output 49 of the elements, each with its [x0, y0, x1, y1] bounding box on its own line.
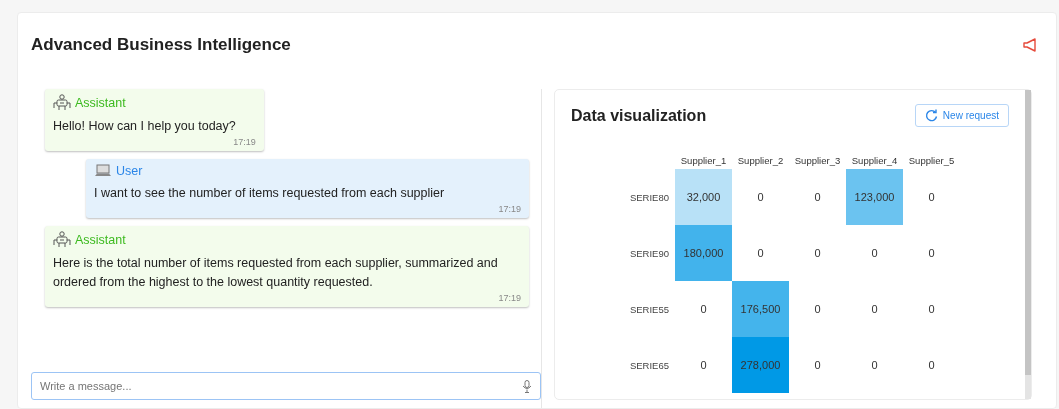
column-header: Supplier_2 [736, 155, 785, 168]
message-time: 17:19 [233, 137, 256, 147]
message-time: 17:19 [498, 293, 521, 303]
sender-name: User [116, 164, 143, 178]
cell-value: 0 [699, 358, 708, 373]
page-title: Advanced Business Intelligence [31, 35, 291, 55]
cell-value: 0 [813, 246, 822, 261]
scrollbar-thumb[interactable] [1025, 90, 1031, 375]
megaphone-icon[interactable] [1022, 37, 1038, 53]
cell-value: 0 [870, 358, 879, 373]
column-header: Supplier_5 [907, 155, 956, 168]
refresh-icon [924, 109, 938, 122]
column-header: Supplier_3 [793, 155, 842, 168]
heatmap-cell: 176,500 [732, 281, 789, 337]
new-request-button[interactable]: New request [914, 104, 1009, 127]
cell-value: 0 [927, 302, 936, 317]
cell-value: 0 [870, 302, 879, 317]
cell-value: 0 [813, 358, 822, 373]
sender-name: Assistant [75, 95, 126, 110]
microphone-icon[interactable] [522, 380, 532, 393]
row-label: SERIE65 [628, 358, 670, 373]
robot-icon [53, 231, 71, 248]
cell-value: 0 [927, 246, 936, 261]
heatmap-cell: 278,000 [732, 337, 789, 393]
message-input[interactable]: Write a message... [31, 372, 541, 400]
cell-value: 0 [927, 358, 936, 373]
cell-value: 0 [813, 190, 822, 205]
sender-name: Assistant [75, 232, 126, 247]
laptop-icon [94, 164, 112, 178]
column-header: Supplier_4 [850, 155, 899, 168]
message-text: Hello! How can I help you today? [53, 118, 237, 135]
cell-value: 0 [870, 246, 879, 261]
row-label: SERIE80 [628, 190, 670, 205]
row-label: SERIE90 [628, 246, 670, 261]
message-text: Here is the total number of items requested from each supplier, summarized and ordered from the highest to the lowest quantity requested. [53, 255, 499, 291]
panel-title: Data visualization [571, 106, 707, 125]
cell-value: 0 [756, 190, 765, 205]
message-time: 17:19 [498, 204, 521, 214]
cell-value: 0 [699, 302, 708, 317]
robot-icon [53, 94, 71, 111]
row-label: SERIE55 [628, 302, 670, 317]
column-header: Supplier_1 [679, 155, 728, 168]
cell-value: 0 [813, 302, 822, 317]
heatmap-cell: 123,000 [846, 169, 903, 225]
cell-value: 0 [756, 246, 765, 261]
heatmap-cell: 32,000 [675, 169, 732, 225]
cell-value: 0 [927, 190, 936, 205]
heatmap-cell: 180,000 [675, 225, 732, 281]
message-text: I want to see the number of items requested from each supplier [94, 185, 446, 202]
